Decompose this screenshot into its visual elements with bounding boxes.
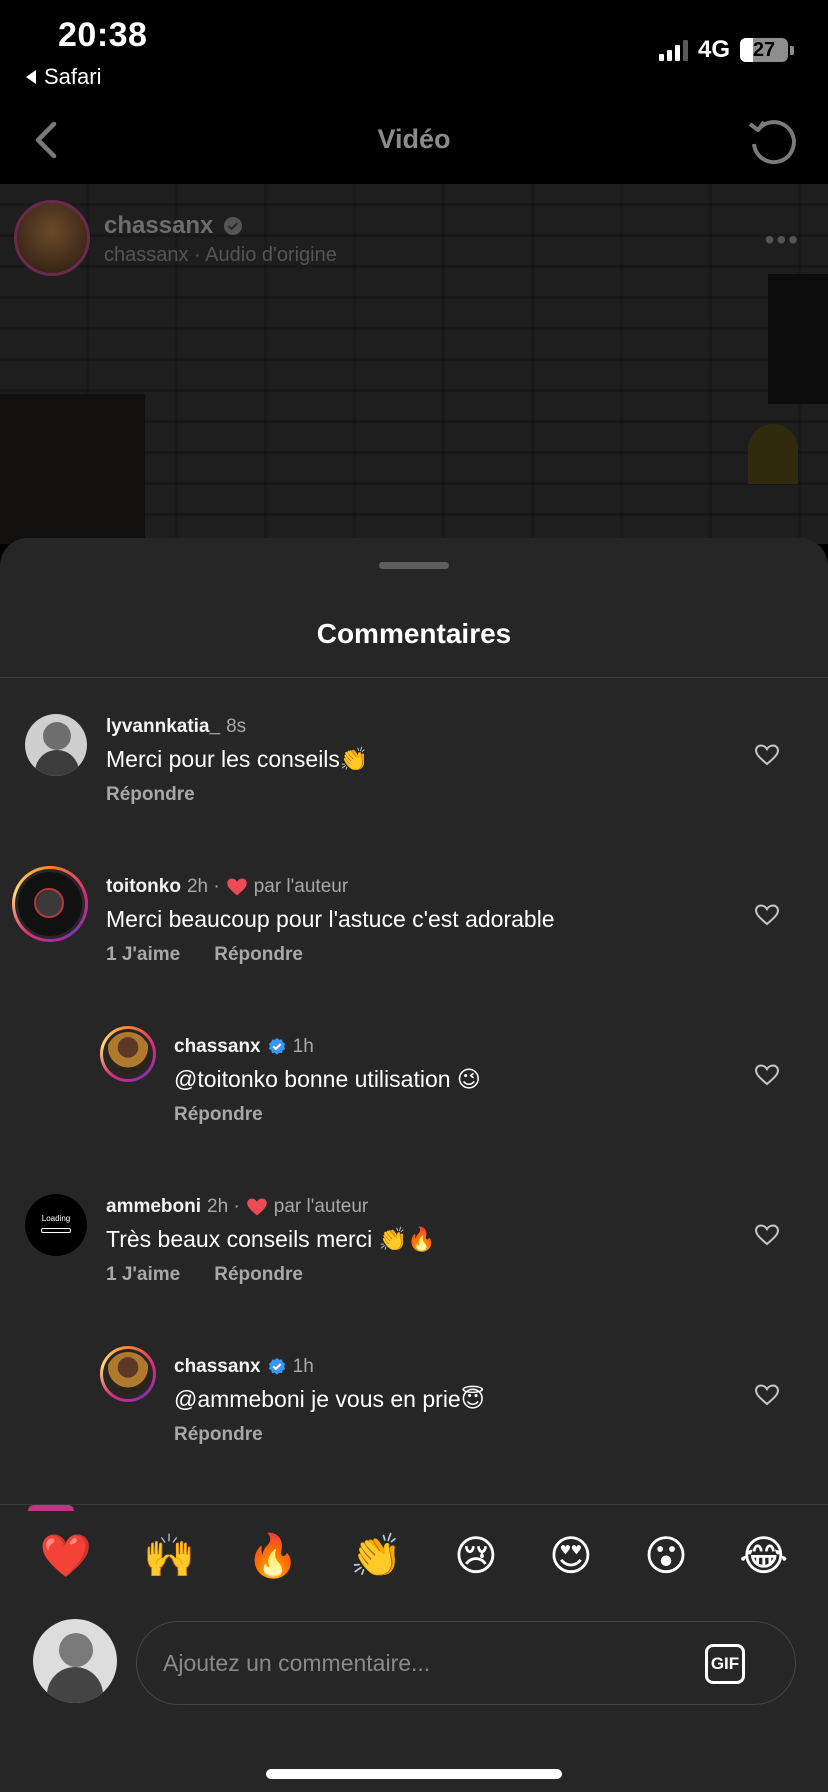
battery-tip <box>790 45 794 55</box>
video-author-avatar[interactable] <box>14 200 90 276</box>
battery-level: 27 <box>752 38 776 61</box>
back-triangle-icon <box>26 70 36 84</box>
avatar-text: Loading <box>41 1214 71 1223</box>
emoji-raised-hands-button[interactable]: 🙌 <box>143 1535 195 1577</box>
avatar[interactable] <box>25 714 87 776</box>
comment-actions: Répondre <box>174 1104 263 1126</box>
current-user-avatar <box>33 1619 117 1703</box>
video-player[interactable]: chassanx chassanx · Audio d'origine ••• <box>0 184 828 544</box>
comment-text: @toitonko bonne utilisation 😉 <box>174 1066 481 1092</box>
comment-actions: Répondre <box>106 784 195 806</box>
comment-username[interactable]: chassanx <box>174 1036 261 1058</box>
status-time: 20:38 <box>58 16 148 54</box>
home-indicator <box>266 1769 562 1779</box>
emoji-laugh-button[interactable]: 😂 <box>739 1535 788 1577</box>
reply-button[interactable]: Répondre <box>214 944 303 966</box>
comment-username[interactable]: lyvannkatia_ <box>106 716 220 738</box>
video-audio-label[interactable]: chassanx · Audio d'origine <box>104 244 337 267</box>
video-username: chassanx <box>104 212 214 239</box>
partial-avatar <box>28 1505 74 1511</box>
reply-button[interactable]: Répondre <box>174 1424 263 1446</box>
like-heart-icon[interactable] <box>754 1382 780 1408</box>
comment-actions: 1 J'aime Répondre <box>106 944 303 966</box>
back-app-label: Safari <box>44 64 102 89</box>
status-indicators: 4G 27 <box>658 36 794 64</box>
verified-icon <box>268 1038 285 1055</box>
emoji-heart-eyes-button[interactable]: 😍 <box>549 1535 593 1577</box>
comment-meta: lyvannkatia_ 8s <box>106 716 246 738</box>
comment-username[interactable]: ammeboni <box>106 1196 201 1218</box>
comment-username[interactable]: chassanx <box>174 1356 261 1378</box>
comment-text: Merci beaucoup pour l'astuce c'est adora… <box>106 906 555 932</box>
sheet-grabber[interactable] <box>379 562 449 569</box>
comment-input[interactable] <box>163 1622 643 1704</box>
reply-button[interactable]: Répondre <box>174 1104 263 1126</box>
like-heart-icon[interactable] <box>754 1222 780 1248</box>
emoji-clap-button[interactable]: 👏 <box>350 1535 402 1577</box>
emoji-quick-bar: ❤️ 🙌 🔥 👏 😢 😍 😮 😂 <box>0 1535 828 1577</box>
author-liked-heart-icon <box>226 878 247 896</box>
comment-time: 2h · <box>186 876 220 897</box>
network-label: 4G <box>697 36 730 63</box>
back-to-safari[interactable]: Safari <box>24 64 101 90</box>
comment-time: 1h <box>292 1036 314 1057</box>
reply-button[interactable]: Répondre <box>106 784 195 806</box>
comment-composer: ❤️ 🙌 🔥 👏 😢 😍 😮 😂 GIF <box>0 1504 828 1792</box>
app-header: Vidéo <box>0 96 828 184</box>
comment-actions: 1 J'aime Répondre <box>106 1264 303 1286</box>
comment-text: Merci pour les conseils👏 <box>106 746 369 772</box>
liked-by-author-label: par l'auteur <box>253 876 349 897</box>
divider <box>0 677 828 678</box>
comment-text: @ammeboni je vous en prie😇 <box>174 1386 485 1412</box>
emoji-surprised-button[interactable]: 😮 <box>644 1535 688 1577</box>
battery-icon: 27 <box>740 38 788 62</box>
reply-button[interactable]: Répondre <box>214 1264 303 1286</box>
comment-meta: ammeboni 2h · par l'auteur <box>106 1196 368 1218</box>
emoji-heart-button[interactable]: ❤️ <box>40 1535 92 1577</box>
emoji-fire-button[interactable]: 🔥 <box>247 1535 299 1577</box>
comment-actions: Répondre <box>174 1424 263 1446</box>
more-options-icon[interactable]: ••• <box>765 224 800 256</box>
verified-icon <box>268 1358 285 1375</box>
comment-meta: toitonko 2h · par l'auteur <box>106 876 348 898</box>
gif-button[interactable]: GIF <box>705 1644 745 1684</box>
comment-meta: chassanx 1h <box>174 1036 314 1058</box>
signal-icon <box>658 39 688 61</box>
avatar-story-ring[interactable] <box>100 1346 156 1402</box>
likes-count[interactable]: 1 J'aime <box>106 1264 180 1286</box>
liked-by-author-label: par l'auteur <box>273 1196 369 1217</box>
sheet-title: Commentaires <box>316 618 512 649</box>
like-heart-icon[interactable] <box>754 902 780 928</box>
comment-meta: chassanx 1h <box>174 1356 314 1378</box>
comment-time: 2h · <box>207 1196 240 1217</box>
like-heart-icon[interactable] <box>754 742 780 768</box>
likes-count[interactable]: 1 J'aime <box>106 944 180 966</box>
comment-username[interactable]: toitonko <box>106 876 181 898</box>
comment-time: 8s <box>226 716 247 737</box>
status-bar: 20:38 Safari 4G 27 <box>0 0 828 96</box>
verified-icon <box>224 217 243 235</box>
page-title: Vidéo <box>377 124 451 154</box>
comment-text: Très beaux conseils merci 👏🔥 <box>106 1226 436 1252</box>
author-liked-heart-icon <box>247 1198 267 1216</box>
emoji-cry-button[interactable]: 😢 <box>454 1535 498 1577</box>
avatar-story-ring[interactable] <box>12 866 88 942</box>
avatar[interactable]: Loading <box>25 1194 87 1256</box>
avatar-story-ring[interactable] <box>100 1026 156 1082</box>
video-author-name[interactable]: chassanx <box>104 212 243 240</box>
like-heart-icon[interactable] <box>754 1062 780 1088</box>
comment-input-box[interactable]: GIF <box>136 1621 796 1705</box>
comment-time: 1h <box>292 1356 314 1377</box>
refresh-icon[interactable] <box>744 112 800 168</box>
battery-fill <box>740 38 753 62</box>
